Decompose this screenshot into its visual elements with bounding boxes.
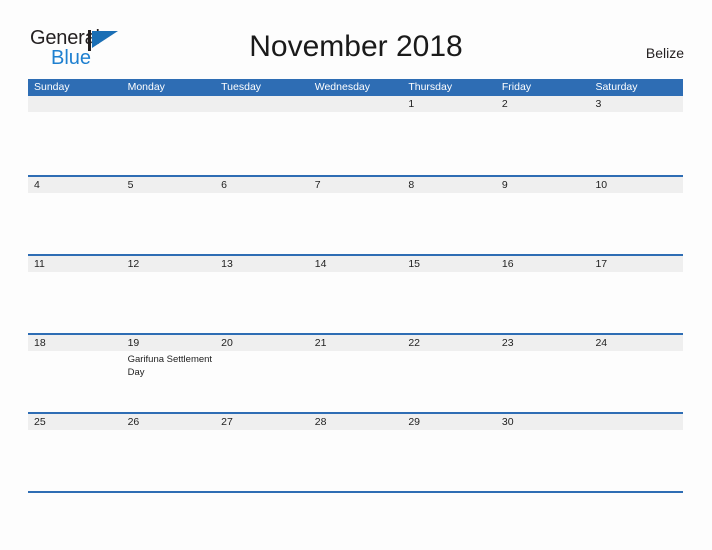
calendar-empty-cell (309, 96, 403, 175)
day-number: 6 (221, 179, 227, 191)
holiday-label: Garifuna Settlement Day (127, 354, 213, 378)
day-header-saturday: Saturday (595, 81, 638, 93)
day-header-wednesday: Wednesday (314, 81, 370, 93)
week-cells: 25 26 27 28 29 30 (28, 414, 683, 491)
calendar-empty-cell (589, 414, 683, 491)
calendar-day-cell[interactable]: 16 (496, 256, 590, 333)
day-number: 7 (314, 179, 321, 191)
calendar-day-cell[interactable]: 7 (309, 177, 403, 254)
day-number: 29 (408, 416, 420, 428)
day-number: 10 (595, 179, 608, 191)
day-number (128, 96, 216, 112)
day-number: 24 (595, 337, 608, 349)
day-number (221, 96, 309, 112)
calendar-bottom-rule (28, 491, 683, 493)
calendar-weeks: 1 2 3 4 5 6 7 8 9 10 11 12 13 14 15 16 17 18 19 Garifuna Se… (28, 96, 683, 491)
day-number: 12 (127, 258, 140, 270)
calendar-day-cell[interactable]: 9 (496, 177, 590, 254)
calendar-day-cell[interactable]: 25 (28, 414, 122, 491)
day-number: 18 (34, 337, 46, 349)
day-header-friday: Friday (501, 81, 532, 93)
week-cells: 1 2 3 (28, 96, 683, 175)
day-number: 14 (314, 258, 327, 270)
calendar-week-row: 1 2 3 (28, 96, 683, 175)
day-number (315, 96, 403, 112)
day-number: 2 (501, 98, 508, 110)
country-label: Belize (645, 45, 684, 61)
week-cells: 4 5 6 7 8 9 10 (28, 177, 683, 254)
day-number: 27 (221, 416, 233, 428)
day-number: 23 (501, 337, 514, 349)
day-number (34, 96, 122, 112)
calendar-day-cell[interactable]: 1 (402, 96, 496, 175)
calendar-day-cell[interactable]: 30 (496, 414, 590, 491)
day-events: Garifuna Settlement Day (128, 351, 216, 379)
calendar-day-cell[interactable]: 4 (28, 177, 122, 254)
day-number: 5 (127, 179, 134, 191)
calendar-page: General Blue November 2018 Belize Sunday… (0, 0, 712, 550)
page-title: November 2018 (249, 30, 463, 63)
calendar-day-cell[interactable]: 18 (28, 335, 122, 412)
day-header-thursday: Thursday (408, 81, 453, 93)
page-header: General Blue November 2018 Belize (0, 0, 712, 68)
day-number: 22 (408, 337, 420, 349)
calendar-day-cell[interactable]: 3 (589, 96, 683, 175)
calendar-day-cell[interactable]: 12 (122, 256, 216, 333)
calendar-week-row: 18 19 Garifuna Settlement Day 20 21 22 23 24 (28, 333, 683, 412)
calendar-day-cell[interactable]: 29 (402, 414, 496, 491)
calendar-day-cell[interactable]: 21 (309, 335, 403, 412)
calendar-day-cell[interactable]: 13 (215, 256, 309, 333)
calendar-grid: Sunday Monday Tuesday Wednesday Thursday… (28, 79, 683, 493)
calendar-day-cell[interactable]: 26 (122, 414, 216, 491)
day-number (595, 414, 683, 430)
day-number: 15 (408, 258, 420, 270)
day-number: 16 (501, 258, 514, 270)
calendar-week-row: 11 12 13 14 15 16 17 (28, 254, 683, 333)
day-number: 1 (408, 98, 415, 110)
day-header-monday: Monday (127, 81, 165, 93)
calendar-day-cell[interactable]: 22 (402, 335, 496, 412)
calendar-day-cell[interactable]: 5 (122, 177, 216, 254)
day-number: 13 (221, 258, 233, 270)
day-number: 25 (34, 416, 46, 428)
day-number: 17 (595, 258, 608, 270)
day-number: 26 (127, 416, 140, 428)
week-cells: 11 12 13 14 15 16 17 (28, 256, 683, 333)
calendar-day-cell[interactable]: 2 (496, 96, 590, 175)
calendar-empty-cell (28, 96, 122, 175)
calendar-empty-cell (122, 96, 216, 175)
day-of-week-header-row: Sunday Monday Tuesday Wednesday Thursday… (28, 79, 683, 96)
calendar-day-cell[interactable]: 14 (309, 256, 403, 333)
week-cells: 18 19 Garifuna Settlement Day 20 21 22 23 24 (28, 335, 683, 412)
day-number: 30 (501, 416, 514, 428)
calendar-day-cell[interactable]: 23 (496, 335, 590, 412)
calendar-week-row: 4 5 6 7 8 9 10 (28, 175, 683, 254)
calendar-day-cell[interactable]: 24 (589, 335, 683, 412)
calendar-day-cell[interactable]: 20 (215, 335, 309, 412)
calendar-day-cell[interactable]: 19 Garifuna Settlement Day (122, 335, 216, 412)
day-number: 11 (34, 258, 45, 270)
day-number: 3 (595, 98, 602, 110)
calendar-day-cell[interactable]: 15 (402, 256, 496, 333)
calendar-day-cell[interactable]: 28 (309, 414, 403, 491)
calendar-day-cell[interactable]: 6 (215, 177, 309, 254)
day-number: 4 (34, 179, 40, 191)
calendar-day-cell[interactable]: 27 (215, 414, 309, 491)
day-header-sunday: Sunday (34, 81, 70, 93)
day-number: 19 (127, 337, 140, 349)
day-number: 9 (501, 179, 508, 191)
calendar-day-cell[interactable]: 17 (589, 256, 683, 333)
calendar-empty-cell (215, 96, 309, 175)
day-number: 21 (314, 337, 327, 349)
day-header-tuesday: Tuesday (221, 81, 262, 93)
calendar-day-cell[interactable]: 10 (589, 177, 683, 254)
day-number: 20 (221, 337, 233, 349)
calendar-day-cell[interactable]: 11 (28, 256, 122, 333)
calendar-day-cell[interactable]: 8 (402, 177, 496, 254)
calendar-week-row: 25 26 27 28 29 30 (28, 412, 683, 491)
day-number: 8 (408, 179, 415, 191)
day-number: 28 (314, 416, 327, 428)
